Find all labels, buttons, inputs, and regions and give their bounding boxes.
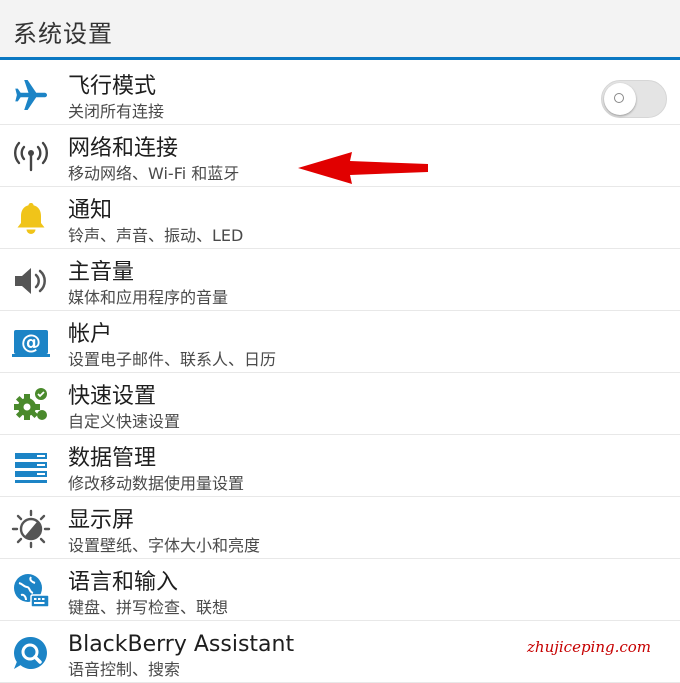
settings-item-accounts[interactable]: @ 帐户 设置电子邮件、联系人、日历 [0, 311, 680, 373]
settings-item-title: BlackBerry Assistant [68, 632, 295, 657]
bell-icon [11, 199, 51, 239]
settings-item-subtitle: 设置壁纸、字体大小和亮度 [68, 536, 261, 555]
settings-item-language-input[interactable]: 语言和输入 键盘、拼写检查、联想 [0, 559, 680, 621]
settings-item-title: 飞行模式 [68, 74, 157, 99]
assistant-icon [11, 633, 51, 673]
settings-item-subtitle: 设置电子邮件、联系人、日历 [68, 350, 277, 369]
settings-item-subtitle: 媒体和应用程序的音量 [68, 288, 229, 307]
settings-item-master-volume[interactable]: 主音量 媒体和应用程序的音量 [0, 249, 680, 311]
quick-settings-gear-icon [11, 385, 51, 425]
settings-item-title: 通知 [68, 198, 113, 223]
settings-item-title: 帐户 [68, 322, 113, 347]
settings-item-subtitle: 铃声、声音、振动、LED [68, 226, 244, 245]
settings-item-title: 主音量 [68, 260, 135, 285]
settings-item-title: 快速设置 [68, 384, 157, 409]
settings-item-subtitle: 修改移动数据使用量设置 [68, 474, 245, 493]
settings-header: 系统设置 [0, 0, 680, 60]
airplane-mode-toggle[interactable] [601, 80, 667, 118]
at-sign-icon: @ [11, 323, 51, 363]
settings-item-quick-settings[interactable]: 快速设置 自定义快速设置 [0, 373, 680, 435]
settings-item-title: 显示屏 [68, 508, 135, 533]
settings-item-subtitle: 语音控制、搜索 [68, 660, 181, 679]
watermark: zhujiceping.com [527, 638, 652, 656]
antenna-icon [11, 137, 51, 177]
speaker-icon [11, 261, 51, 301]
settings-item-title: 数据管理 [68, 446, 157, 471]
svg-text:@: @ [21, 330, 41, 354]
brightness-icon [11, 509, 51, 549]
settings-item-subtitle: 移动网络、Wi-Fi 和蓝牙 [68, 164, 240, 183]
page-title: 系统设置 [13, 20, 113, 48]
settings-item-subtitle: 自定义快速设置 [68, 412, 181, 431]
settings-item-notifications[interactable]: 通知 铃声、声音、振动、LED [0, 187, 680, 249]
toggle-knob [604, 83, 636, 115]
red-arrow-annotation [298, 152, 428, 184]
settings-item-subtitle: 关闭所有连接 [68, 102, 165, 121]
airplane-icon [11, 75, 51, 115]
settings-item-data-management[interactable]: 数据管理 修改移动数据使用量设置 [0, 435, 680, 497]
settings-item-display[interactable]: 显示屏 设置壁纸、字体大小和亮度 [0, 497, 680, 559]
settings-item-title: 网络和连接 [68, 136, 179, 161]
settings-item-title: 语言和输入 [68, 570, 179, 595]
settings-item-subtitle: 键盘、拼写检查、联想 [68, 598, 229, 617]
globe-keyboard-icon [11, 571, 51, 611]
settings-item-airplane-mode[interactable]: 飞行模式 关闭所有连接 [0, 63, 680, 125]
data-bars-icon [11, 447, 51, 487]
